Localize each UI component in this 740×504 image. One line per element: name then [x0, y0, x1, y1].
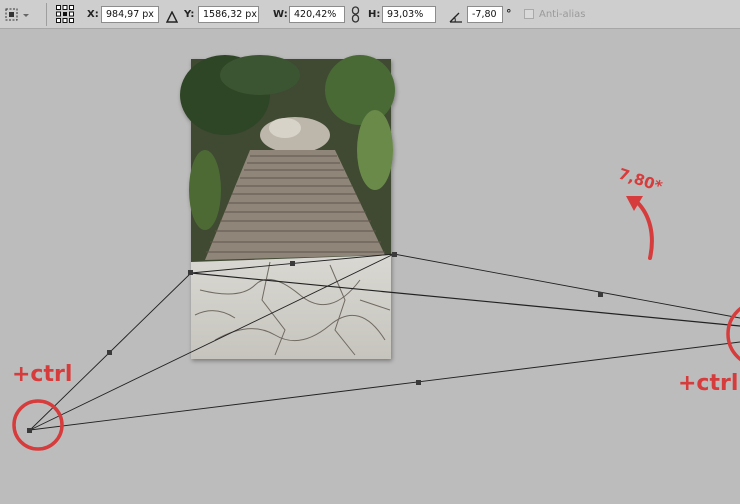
rotate-arrow-icon	[635, 200, 654, 260]
handle-bottom-middle	[416, 380, 421, 385]
relative-position-triangle-icon[interactable]	[165, 8, 179, 23]
ctrl-annotation-right: +ctrl	[678, 371, 738, 396]
rotation-angle-field[interactable]: -7,80	[467, 6, 503, 23]
height-field[interactable]: 93,03%	[382, 6, 436, 23]
width-field[interactable]: 420,42%	[289, 6, 345, 23]
anti-alias-checkbox[interactable]	[524, 9, 534, 19]
canvas-artwork: 7,80* +ctrl +ctrl	[12, 55, 740, 451]
anti-alias-label: Anti-alias	[539, 9, 586, 20]
angle-annotation: 7,80*	[616, 165, 664, 196]
x-label: X:	[87, 9, 99, 20]
handle-top-left	[188, 270, 193, 275]
handle-bottom-left	[27, 428, 32, 433]
transform-tool-preset-button[interactable]	[5, 7, 31, 23]
document-canvas[interactable]: 7,80* +ctrl +ctrl	[0, 29, 740, 500]
x-position-field[interactable]: 984,97 px	[101, 6, 159, 23]
transform-marquee-icon	[5, 8, 29, 21]
handle-right-middle	[598, 292, 603, 297]
y-label: Y:	[184, 9, 195, 20]
stairs-photo-layer[interactable]	[180, 55, 395, 359]
ctrl-right-circle	[726, 306, 740, 362]
options-bar: X: 984,97 px Y: 1586,32 px W: 420,42% H:…	[0, 0, 740, 29]
rotate-angle-icon	[449, 8, 463, 23]
handle-top-right	[392, 252, 397, 257]
ctrl-left-circle	[12, 399, 64, 451]
y-position-field[interactable]: 1586,32 px	[198, 6, 259, 23]
handle-top-middle	[290, 261, 295, 266]
link-chain-icon[interactable]	[351, 6, 360, 23]
reference-point-grid-icon[interactable]	[55, 4, 75, 24]
toolbar-separator	[46, 3, 47, 26]
degree-symbol: °	[506, 7, 512, 20]
h-label: H:	[368, 9, 381, 20]
chevron-down-icon	[23, 14, 29, 17]
ctrl-annotation-left: +ctrl	[12, 362, 72, 387]
handle-left-middle	[107, 350, 112, 355]
w-label: W:	[273, 9, 288, 20]
